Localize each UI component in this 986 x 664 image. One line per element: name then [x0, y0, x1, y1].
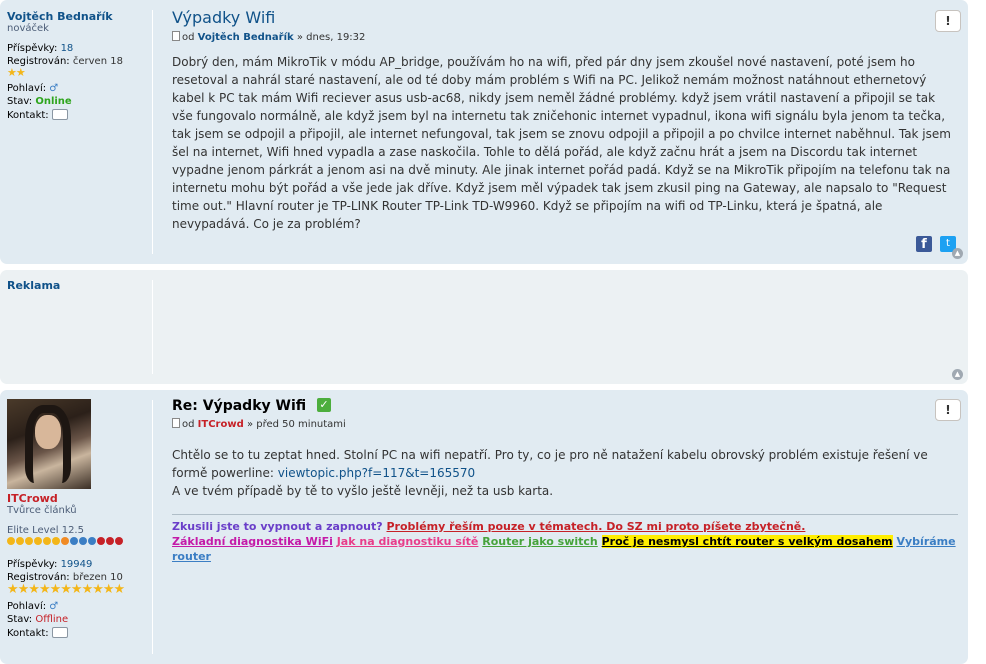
- sig-link-router-switch[interactable]: Router jako switch: [482, 535, 598, 548]
- author-link[interactable]: ITCrowd: [198, 419, 244, 430]
- post-author: od ITCrowd » před 50 minutami: [172, 418, 958, 430]
- username-link[interactable]: ITCrowd: [7, 492, 159, 505]
- ad-panel: Reklama ▲: [0, 270, 968, 384]
- post-title-text[interactable]: Re: Výpadky Wifi: [172, 398, 306, 414]
- level-star-segment: [34, 537, 42, 545]
- divider: [152, 280, 153, 374]
- male-icon: ♂: [49, 83, 59, 94]
- post-icon[interactable]: [172, 31, 180, 41]
- level-star-segment: [52, 537, 60, 545]
- post-1: Vojtěch Bednařík nováček Příspěvky: 18 R…: [0, 0, 968, 264]
- gender-row: Pohlaví: ♂: [7, 83, 159, 94]
- posts-count: Příspěvky: 18: [7, 43, 159, 54]
- level-star-segment: [61, 537, 69, 545]
- reply-text-2: A ve tvém případě by tě to vyšlo ještě l…: [172, 484, 554, 498]
- avatar[interactable]: [7, 399, 91, 489]
- post-content: Chtělo se to tu zeptat hned. Stolní PC n…: [172, 446, 958, 500]
- post-title[interactable]: Výpadky Wifi: [172, 8, 958, 27]
- posts-count: Příspěvky: 19949: [7, 559, 159, 570]
- contact-icon[interactable]: [51, 109, 68, 120]
- post-profile: Vojtěch Bednařík nováček Příspěvky: 18 R…: [0, 0, 159, 121]
- status-label: Stav:: [7, 96, 33, 107]
- topic-link[interactable]: viewtopic.php?f=117&t=165570: [278, 466, 475, 480]
- post-title: Re: Výpadky Wifi ✓: [172, 398, 958, 414]
- post-icon[interactable]: [172, 418, 180, 428]
- author-prefix: od: [182, 419, 195, 430]
- user-rank: Tvůrce článků: [7, 505, 77, 516]
- level-star-segment: [70, 537, 78, 545]
- gender-row: Pohlaví: ♂: [7, 601, 159, 612]
- sig-link-wifi-diagnostics[interactable]: Základní diagnostika WiFi: [172, 535, 333, 548]
- avatar-hair: [25, 405, 71, 483]
- contact-row: Kontakt:: [7, 109, 159, 121]
- accepted-answer-icon: ✓: [317, 398, 332, 412]
- post-date: » dnes, 19:32: [296, 32, 366, 43]
- status-value: Offline: [35, 614, 69, 625]
- post-body: Výpadky Wifi od Vojtěch Bednařík » dnes,…: [172, 8, 958, 233]
- rank-stars: ★★: [7, 66, 26, 79]
- back-to-top-icon[interactable]: ▲: [952, 248, 963, 259]
- author-prefix: od: [182, 32, 195, 43]
- posts-value[interactable]: 18: [61, 43, 74, 54]
- posts-label: Příspěvky:: [7, 559, 58, 570]
- level-star-segment: [106, 537, 114, 545]
- rank-stars: ★★★★★★★★★★★: [7, 582, 125, 597]
- post-author: od Vojtěch Bednařík » dnes, 19:32: [172, 31, 958, 43]
- signature: Zkusili jste to vypnout a zapnout? Probl…: [172, 514, 958, 564]
- author-link[interactable]: Vojtěch Bednařík: [198, 32, 294, 43]
- status-row: Stav: Online: [7, 96, 159, 107]
- level-star-segment: [97, 537, 105, 545]
- user-rank: nováček: [7, 23, 49, 34]
- facebook-icon[interactable]: f: [916, 236, 932, 252]
- contact-icon[interactable]: [51, 627, 68, 638]
- contact-label: Kontakt:: [7, 628, 49, 639]
- registered-value: červen 18: [72, 56, 123, 67]
- post-profile: ITCrowd Tvůrce článků Elite Level 12.5 P…: [0, 390, 159, 639]
- level-star-segment: [115, 537, 123, 545]
- post-2: ITCrowd Tvůrce článků Elite Level 12.5 P…: [0, 390, 968, 664]
- sig-text-2[interactable]: Problémy řeším pouze v tématech. Do SZ m…: [387, 520, 806, 533]
- status-value: Online: [35, 96, 72, 107]
- report-button[interactable]: !: [935, 399, 961, 421]
- back-to-top-icon[interactable]: ▲: [952, 369, 963, 380]
- contact-label: Kontakt:: [7, 110, 49, 121]
- divider: [152, 10, 153, 254]
- sig-text-1: Zkusili jste to vypnout a zapnout?: [172, 520, 383, 533]
- post-content: Dobrý den, mám MikroTik v módu AP_bridge…: [172, 55, 951, 231]
- ad-label: Reklama: [7, 279, 61, 292]
- level-bar: [7, 537, 159, 545]
- gender-label: Pohlaví:: [7, 83, 47, 94]
- user-level: Elite Level 12.5: [7, 525, 84, 536]
- status-row: Stav: Offline: [7, 614, 159, 625]
- divider: [152, 400, 153, 654]
- level-star-segment: [79, 537, 87, 545]
- report-button[interactable]: !: [935, 10, 961, 32]
- level-star-segment: [25, 537, 33, 545]
- posts-value[interactable]: 19949: [61, 559, 93, 570]
- registered-row: Registrován: červen 18: [7, 56, 159, 67]
- sig-link-network-diagnostics[interactable]: Jak na diagnostiku sítě: [337, 535, 479, 548]
- level-star-segment: [43, 537, 51, 545]
- posts-label: Příspěvky:: [7, 43, 58, 54]
- gender-label: Pohlaví:: [7, 601, 47, 612]
- post-body: Re: Výpadky Wifi ✓ od ITCrowd » před 50 …: [172, 398, 958, 564]
- male-icon: ♂: [49, 601, 59, 612]
- status-label: Stav:: [7, 614, 33, 625]
- level-star-segment: [88, 537, 96, 545]
- level-star-segment: [7, 537, 15, 545]
- post-date: » před 50 minutami: [246, 419, 346, 430]
- contact-row: Kontakt:: [7, 627, 159, 639]
- level-star-segment: [16, 537, 24, 545]
- sig-link-router-range[interactable]: Proč je nesmysl chtít router s velkým do…: [601, 535, 893, 548]
- username-link[interactable]: Vojtěch Bednařík: [7, 10, 159, 23]
